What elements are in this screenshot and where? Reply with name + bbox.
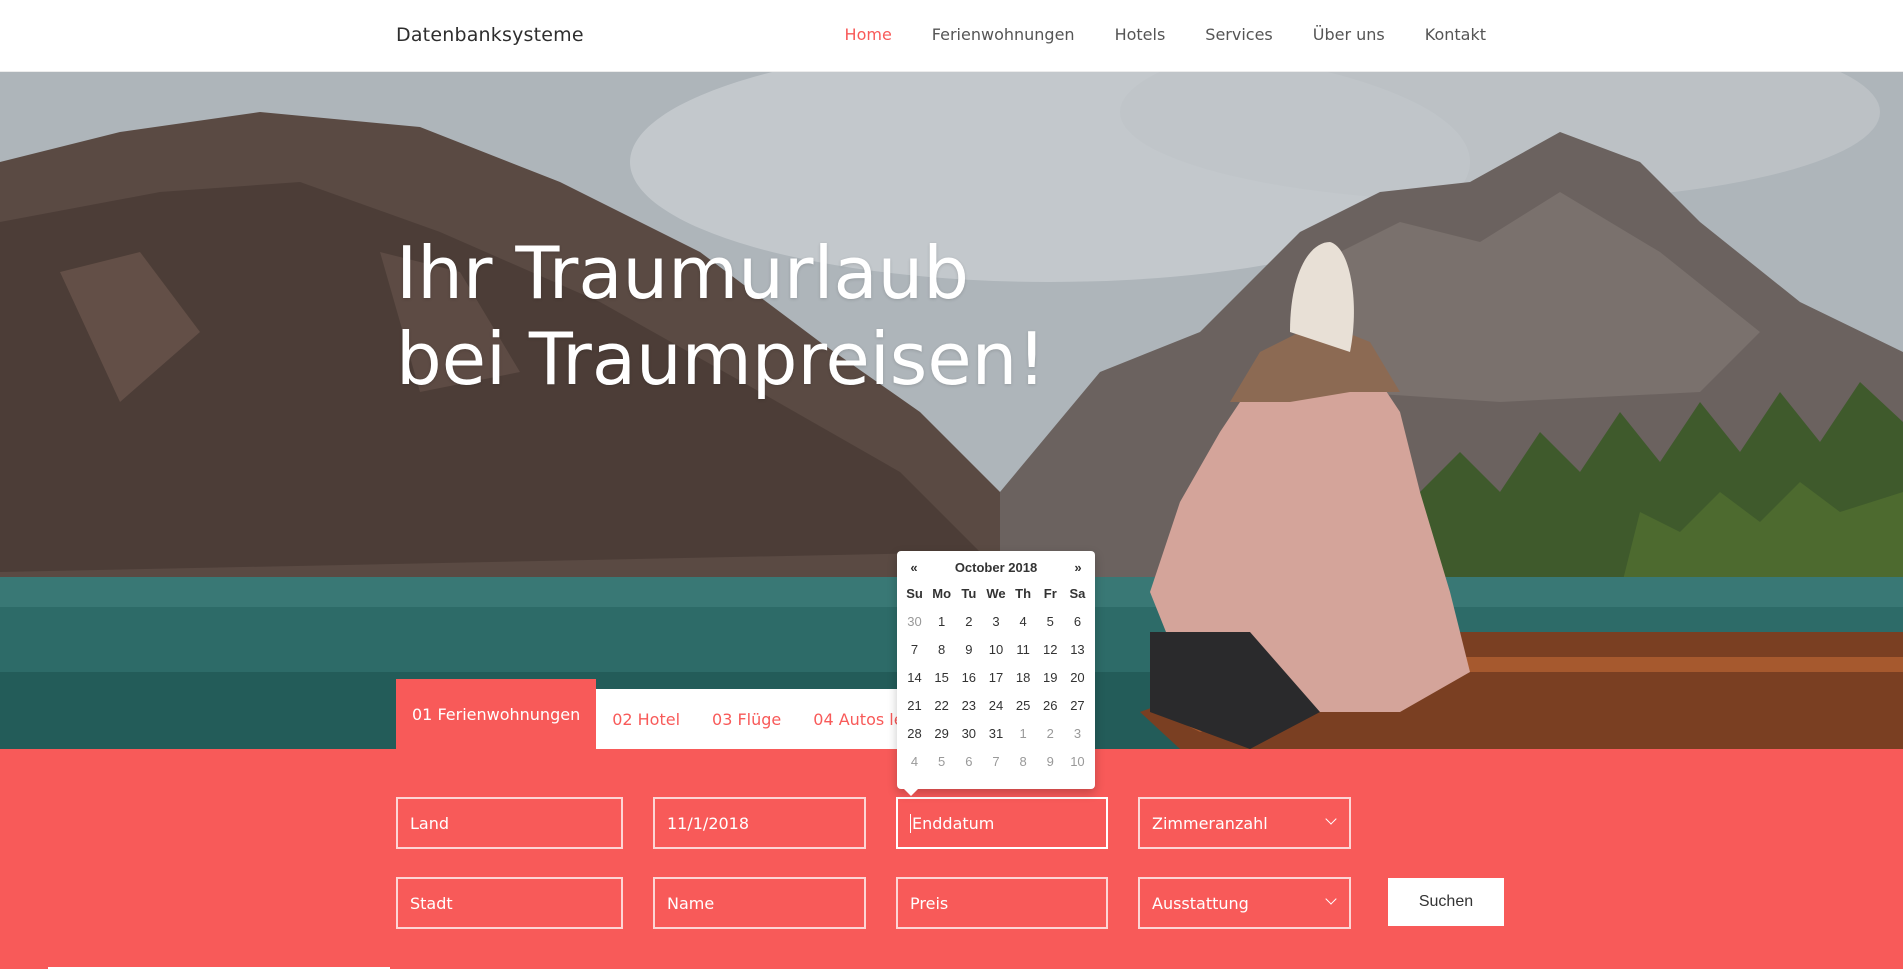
city-input[interactable]: Stadt: [396, 877, 623, 929]
features-placeholder: Ausstattung: [1152, 893, 1249, 913]
datepicker-day[interactable]: 20: [1064, 663, 1091, 691]
datepicker-day[interactable]: 6: [1064, 607, 1091, 635]
hero-headline-line1: Ihr Traumurlaub: [396, 231, 969, 315]
tab-ferienwohnungen[interactable]: 01 Ferienwohnungen: [396, 679, 597, 749]
datepicker-day[interactable]: 31: [982, 719, 1009, 747]
weekday-header: Tu: [961, 585, 977, 601]
datepicker-day[interactable]: 18: [1010, 663, 1037, 691]
datepicker-day[interactable]: 8: [1010, 747, 1037, 775]
chevron-down-icon: [1325, 813, 1337, 825]
nav-item-ueber-uns[interactable]: Über uns: [1313, 25, 1385, 44]
weekday-header: Th: [1015, 585, 1032, 601]
datepicker-day[interactable]: 5: [928, 747, 955, 775]
datepicker-month-label[interactable]: October 2018: [955, 560, 1037, 575]
rooms-select[interactable]: Zimmeranzahl: [1138, 797, 1351, 849]
datepicker-day[interactable]: 28: [901, 719, 928, 747]
search-tabs: 01 Ferienwohnungen 02 Hotel 03 Flüge 04 …: [396, 679, 916, 749]
datepicker-prev-button[interactable]: «: [905, 560, 923, 575]
datepicker-next-button[interactable]: »: [1069, 560, 1087, 575]
nav-item-home[interactable]: Home: [845, 25, 892, 44]
datepicker-day[interactable]: 11: [1010, 635, 1037, 663]
top-navbar: Datenbanksysteme Home Ferienwohnungen Ho…: [0, 0, 1903, 72]
weekday-header: We: [986, 585, 1006, 601]
datepicker-day[interactable]: 6: [955, 747, 982, 775]
datepicker-day[interactable]: 13: [1064, 635, 1091, 663]
datepicker-day[interactable]: 8: [928, 635, 955, 663]
tab-hotel[interactable]: 02 Hotel: [596, 689, 697, 749]
search-button[interactable]: Suchen: [1388, 878, 1504, 926]
weekday-header: Fr: [1043, 585, 1057, 601]
datepicker-day[interactable]: 23: [955, 691, 982, 719]
datepicker-day[interactable]: 14: [901, 663, 928, 691]
text-caret: [910, 813, 911, 833]
datepicker-day[interactable]: 7: [901, 635, 928, 663]
nav-item-hotels[interactable]: Hotels: [1115, 25, 1166, 44]
datepicker-day[interactable]: 30: [955, 719, 982, 747]
datepicker-day[interactable]: 27: [1064, 691, 1091, 719]
datepicker-day[interactable]: 3: [982, 607, 1009, 635]
datepicker-day[interactable]: 1: [928, 607, 955, 635]
price-input[interactable]: Preis: [896, 877, 1108, 929]
datepicker-day[interactable]: 30: [901, 607, 928, 635]
datepicker-day[interactable]: 22: [928, 691, 955, 719]
hero-headline-line2: bei Traumpreisen!: [396, 317, 1047, 401]
weekday-header: Su: [906, 585, 923, 601]
datepicker-day[interactable]: 4: [901, 747, 928, 775]
datepicker-day[interactable]: 26: [1037, 691, 1064, 719]
name-input[interactable]: Name: [653, 877, 866, 929]
weekday-header: Sa: [1069, 585, 1086, 601]
datepicker-day[interactable]: 24: [982, 691, 1009, 719]
datepicker-header: « October 2018 »: [901, 555, 1091, 579]
price-placeholder: Preis: [910, 893, 949, 913]
name-placeholder: Name: [667, 893, 715, 913]
datepicker-day[interactable]: 2: [1037, 719, 1064, 747]
datepicker-day[interactable]: 16: [955, 663, 982, 691]
datepicker-day[interactable]: 9: [1037, 747, 1064, 775]
land-placeholder: Land: [410, 813, 450, 833]
rooms-placeholder: Zimmeranzahl: [1152, 813, 1268, 833]
weekday-header: Mo: [932, 585, 952, 601]
datepicker-day[interactable]: 7: [982, 747, 1009, 775]
datepicker-day[interactable]: 2: [955, 607, 982, 635]
end-date-placeholder: Enddatum: [912, 813, 995, 833]
datepicker-day[interactable]: 1: [1010, 719, 1037, 747]
datepicker-day[interactable]: 17: [982, 663, 1009, 691]
hero-headline: Ihr Traumurlaub bei Traumpreisen!: [396, 230, 1046, 402]
datepicker-day[interactable]: 21: [901, 691, 928, 719]
features-select[interactable]: Ausstattung: [1138, 877, 1351, 929]
brand-logo[interactable]: Datenbanksysteme: [396, 24, 584, 46]
datepicker-grid: Su Mo Tu We Th Fr Sa 30 1 2 3 4 5 6 7 8 9 10 11 12 13 14 15 16 1…: [901, 579, 1091, 775]
datepicker-day[interactable]: 5: [1037, 607, 1064, 635]
datepicker-day[interactable]: 29: [928, 719, 955, 747]
tab-fluege[interactable]: 03 Flüge: [696, 689, 798, 749]
datepicker-popup: « October 2018 » Su Mo Tu We Th Fr Sa 30 1 2 3 4 5 6 7…: [897, 551, 1095, 796]
datepicker-day[interactable]: 10: [1064, 747, 1091, 775]
datepicker-day[interactable]: 25: [1010, 691, 1037, 719]
datepicker-day[interactable]: 3: [1064, 719, 1091, 747]
end-date-input[interactable]: Enddatum: [896, 797, 1108, 849]
main-nav: Home Ferienwohnungen Hotels Services Übe…: [845, 25, 1486, 44]
datepicker-day[interactable]: 10: [982, 635, 1009, 663]
datepicker-day[interactable]: 19: [1037, 663, 1064, 691]
start-date-value: 11/1/2018: [667, 813, 750, 833]
datepicker-day[interactable]: 9: [955, 635, 982, 663]
datepicker-day[interactable]: 12: [1037, 635, 1064, 663]
datepicker-day[interactable]: 4: [1010, 607, 1037, 635]
chevron-down-icon: [1325, 893, 1337, 905]
nav-item-services[interactable]: Services: [1205, 25, 1272, 44]
city-placeholder: Stadt: [410, 893, 453, 913]
start-date-input[interactable]: 11/1/2018: [653, 797, 866, 849]
nav-item-kontakt[interactable]: Kontakt: [1425, 25, 1486, 44]
land-input[interactable]: Land: [396, 797, 623, 849]
nav-item-ferienwohnungen[interactable]: Ferienwohnungen: [932, 25, 1075, 44]
datepicker-day[interactable]: 15: [928, 663, 955, 691]
